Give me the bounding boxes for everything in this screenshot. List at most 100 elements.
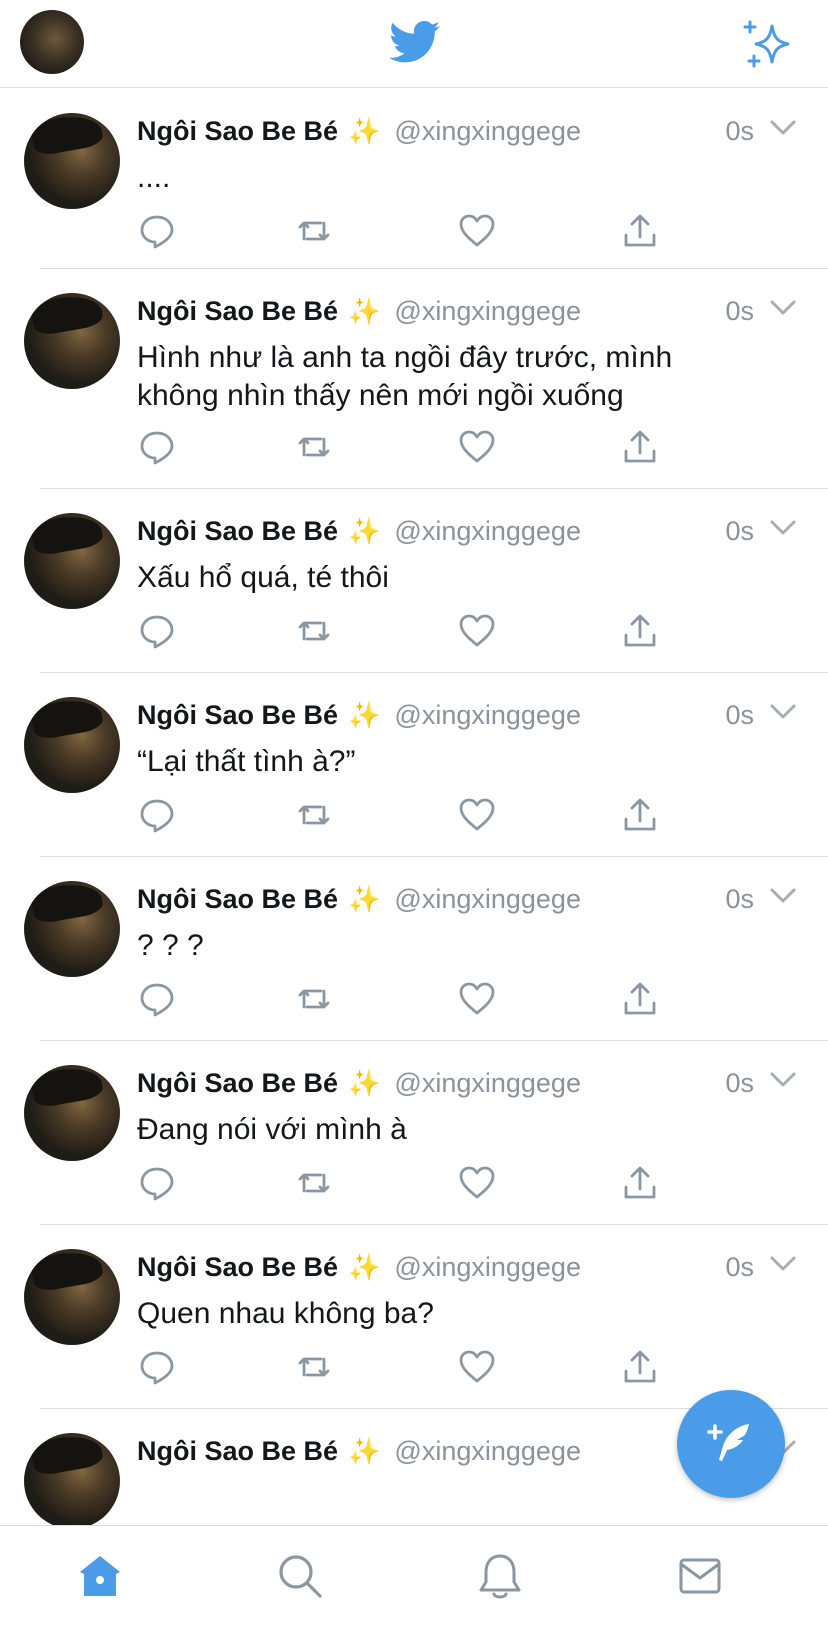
bottom-tab-bar <box>0 1525 828 1628</box>
compose-tweet-button[interactable] <box>677 1390 785 1498</box>
like-button[interactable] <box>457 611 497 651</box>
reply-button[interactable] <box>137 1163 177 1203</box>
retweet-button[interactable] <box>294 1347 334 1387</box>
retweet-icon <box>298 805 330 825</box>
chevron-down-icon[interactable] <box>770 519 796 537</box>
tweet[interactable]: Ngôi Sao Be Bé ✨ @xingxinggege 0s ? ? ? <box>0 857 828 1041</box>
avatar[interactable] <box>24 1249 120 1345</box>
sparkles-emoji: ✨ <box>348 883 381 914</box>
display-name[interactable]: Ngôi Sao Be Bé <box>137 1436 338 1467</box>
reply-icon <box>140 615 174 649</box>
like-button[interactable] <box>457 795 497 835</box>
share-button[interactable] <box>620 427 660 467</box>
share-icon <box>624 798 656 831</box>
retweet-icon <box>298 437 330 457</box>
share-icon <box>624 614 656 647</box>
chevron-down-icon[interactable] <box>770 299 796 317</box>
chevron-down-icon[interactable] <box>770 703 796 721</box>
tab-messages[interactable] <box>676 1552 724 1600</box>
tweet-actions <box>137 611 697 651</box>
tweet-actions <box>137 211 697 251</box>
avatar[interactable] <box>24 1065 120 1161</box>
display-name[interactable]: Ngôi Sao Be Bé <box>137 1068 338 1099</box>
username: @xingxinggege <box>394 699 581 730</box>
avatar[interactable] <box>24 113 120 209</box>
reply-button[interactable] <box>137 611 177 651</box>
chevron-down-icon[interactable] <box>770 119 796 137</box>
retweet-icon <box>298 1173 330 1193</box>
like-button[interactable] <box>457 211 497 251</box>
heart-icon <box>459 214 495 247</box>
reply-button[interactable] <box>137 795 177 835</box>
retweet-button[interactable] <box>294 211 334 251</box>
chevron-down-icon[interactable] <box>770 887 796 905</box>
sparkles-emoji: ✨ <box>348 515 381 546</box>
username: @xingxinggege <box>394 295 581 326</box>
tweet[interactable]: Ngôi Sao Be Bé ✨ @xingxinggege 0s .... <box>0 89 828 269</box>
share-icon <box>624 214 656 247</box>
timestamp: 0s <box>725 296 754 326</box>
retweet-icon <box>298 989 330 1009</box>
avatar[interactable] <box>24 881 120 977</box>
chevron-down-icon[interactable] <box>770 1071 796 1089</box>
tweet-actions <box>137 1347 697 1387</box>
tweet-text: Xấu hổ quá, té thôi <box>137 561 389 594</box>
retweet-button[interactable] <box>294 795 334 835</box>
share-button[interactable] <box>620 611 660 651</box>
share-button[interactable] <box>620 211 660 251</box>
display-name[interactable]: Ngôi Sao Be Bé <box>137 700 338 731</box>
tab-notifications[interactable] <box>476 1552 524 1600</box>
profile-avatar[interactable] <box>20 10 84 74</box>
tweet-header: Ngôi Sao Be Bé ✨ @xingxinggege <box>137 1431 581 1471</box>
retweet-button[interactable] <box>294 611 334 651</box>
reply-button[interactable] <box>137 427 177 467</box>
display-name[interactable]: Ngôi Sao Be Bé <box>137 1252 338 1283</box>
reply-button[interactable] <box>137 211 177 251</box>
like-button[interactable] <box>457 979 497 1019</box>
avatar[interactable] <box>24 1433 120 1529</box>
tweet[interactable]: Ngôi Sao Be Bé ✨ @xingxinggege 0s Quen n… <box>0 1225 828 1409</box>
tab-home[interactable] <box>76 1552 124 1600</box>
retweet-button[interactable] <box>294 979 334 1019</box>
chevron-down-icon[interactable] <box>770 1255 796 1273</box>
tweet-text: Đang nói với mình à <box>137 1113 407 1146</box>
display-name[interactable]: Ngôi Sao Be Bé <box>137 296 338 327</box>
heart-icon <box>459 614 495 647</box>
heart-icon <box>459 982 495 1015</box>
retweet-button[interactable] <box>294 1163 334 1203</box>
tweet[interactable]: Ngôi Sao Be Bé ✨ @xingxinggege 0s Xấu hổ… <box>0 489 828 673</box>
compose-tweet-icon <box>707 1424 749 1461</box>
display-name[interactable]: Ngôi Sao Be Bé <box>137 884 338 915</box>
username: @xingxinggege <box>394 883 581 914</box>
reply-button[interactable] <box>137 979 177 1019</box>
retweet-icon <box>298 621 330 641</box>
avatar[interactable] <box>24 293 120 389</box>
sparkle-icon[interactable] <box>740 18 792 70</box>
share-button[interactable] <box>620 795 660 835</box>
tweet[interactable]: Ngôi Sao Be Bé ✨ @xingxinggege 0s “Lại t… <box>0 673 828 857</box>
username: @xingxinggege <box>394 1435 581 1466</box>
sparkles-emoji: ✨ <box>348 295 381 326</box>
share-button[interactable] <box>620 1163 660 1203</box>
heart-icon <box>459 798 495 831</box>
timestamp: 0s <box>725 1068 754 1098</box>
share-button[interactable] <box>620 1347 660 1387</box>
timestamp: 0s <box>725 116 754 146</box>
tweet-header: Ngôi Sao Be Bé ✨ @xingxinggege <box>137 291 581 331</box>
reply-icon <box>140 1167 174 1201</box>
like-button[interactable] <box>457 1347 497 1387</box>
avatar[interactable] <box>24 697 120 793</box>
retweet-button[interactable] <box>294 427 334 467</box>
avatar[interactable] <box>24 513 120 609</box>
display-name[interactable]: Ngôi Sao Be Bé <box>137 116 338 147</box>
sparkles-emoji: ✨ <box>348 1435 381 1466</box>
reply-button[interactable] <box>137 1347 177 1387</box>
share-button[interactable] <box>620 979 660 1019</box>
like-button[interactable] <box>457 1163 497 1203</box>
like-button[interactable] <box>457 427 497 467</box>
display-name[interactable]: Ngôi Sao Be Bé <box>137 516 338 547</box>
tweet[interactable]: Ngôi Sao Be Bé ✨ @xingxinggege 0s Hình n… <box>0 269 828 489</box>
tweet[interactable]: Ngôi Sao Be Bé ✨ @xingxinggege 0s Đang n… <box>0 1041 828 1225</box>
tab-search[interactable] <box>276 1552 324 1600</box>
username: @xingxinggege <box>394 115 581 146</box>
